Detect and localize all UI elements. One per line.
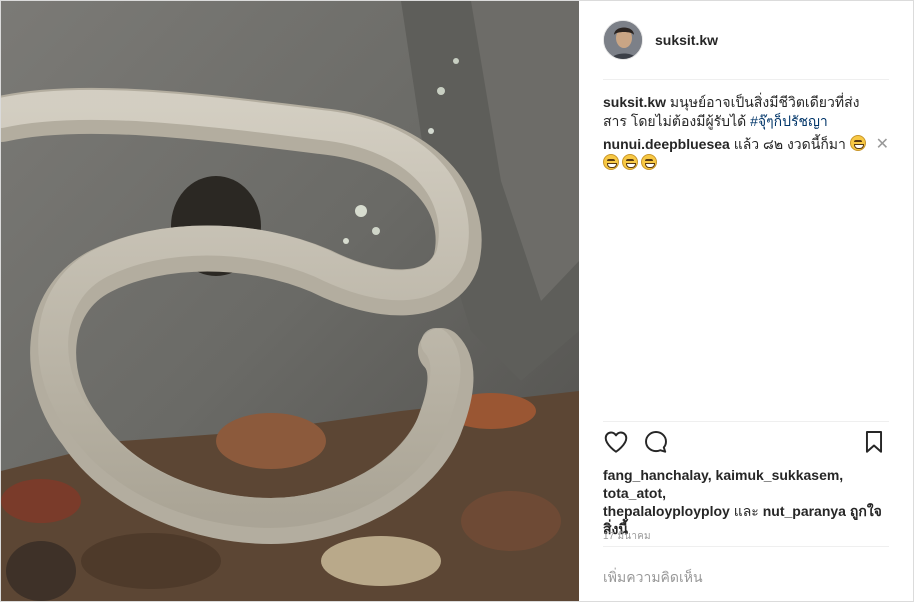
comment-username[interactable]: nunui.deepbluesea (603, 136, 730, 152)
bookmark-button[interactable] (861, 429, 889, 457)
comment-divider (603, 546, 889, 547)
add-comment-input[interactable]: เพิ่มความคิดเห็น (603, 567, 889, 589)
grinning-sweat-emoji (849, 135, 866, 151)
post-date[interactable]: 17 มีนาคม (603, 529, 651, 544)
grinning-sweat-emoji (603, 154, 619, 170)
caption: suksit.kw มนุษย์อาจเป็นสิ่งมีชีวิตเดียวท… (603, 93, 889, 131)
caption-hashtag[interactable]: #จุ๊ๆก็ปรัชญา (750, 113, 828, 129)
liker-last[interactable]: nut_paranya (763, 503, 846, 519)
comments-list: suksit.kw มนุษย์อาจเป็นสิ่งมีชีวิตเดียวท… (603, 93, 889, 177)
avatar[interactable] (603, 20, 643, 60)
comment-icon (645, 431, 667, 453)
heart-icon (604, 431, 628, 453)
header-divider (603, 79, 889, 80)
liker-names-2[interactable]: thepalaloyployploy (603, 503, 730, 519)
grinning-sweat-emoji (622, 154, 638, 170)
like-button[interactable] (603, 429, 631, 457)
post-image (1, 1, 579, 601)
avatar-image (604, 21, 642, 59)
likes-text: fang_hanchalay, kaimuk_sukkasem, tota_at… (603, 466, 889, 538)
post-modal: suksit.kw suksit.kw มนุษย์อาจเป็นสิ่งมีช… (0, 0, 914, 602)
caption-username[interactable]: suksit.kw (603, 94, 666, 110)
bookmark-icon (865, 431, 883, 453)
likes-and: และ (733, 503, 759, 519)
grinning-sweat-emoji (641, 154, 657, 170)
comment-item: nunui.deepbluesea แล้ว ๘๒ งวดนี้ก็มา ✕ (603, 135, 889, 173)
liker-names[interactable]: fang_hanchalay, kaimuk_sukkasem, tota_at… (603, 467, 843, 501)
actions-divider (603, 421, 889, 422)
comment-text: แล้ว ๘๒ งวดนี้ก็มา (733, 136, 846, 152)
close-icon[interactable]: ✕ (876, 135, 889, 154)
comment-button[interactable] (643, 429, 671, 457)
action-bar (603, 429, 889, 461)
post-side-panel: suksit.kw suksit.kw มนุษย์อาจเป็นสิ่งมีช… (579, 1, 913, 601)
post-header: suksit.kw (603, 19, 889, 61)
post-photo[interactable] (1, 1, 579, 601)
post-username[interactable]: suksit.kw (655, 32, 718, 48)
